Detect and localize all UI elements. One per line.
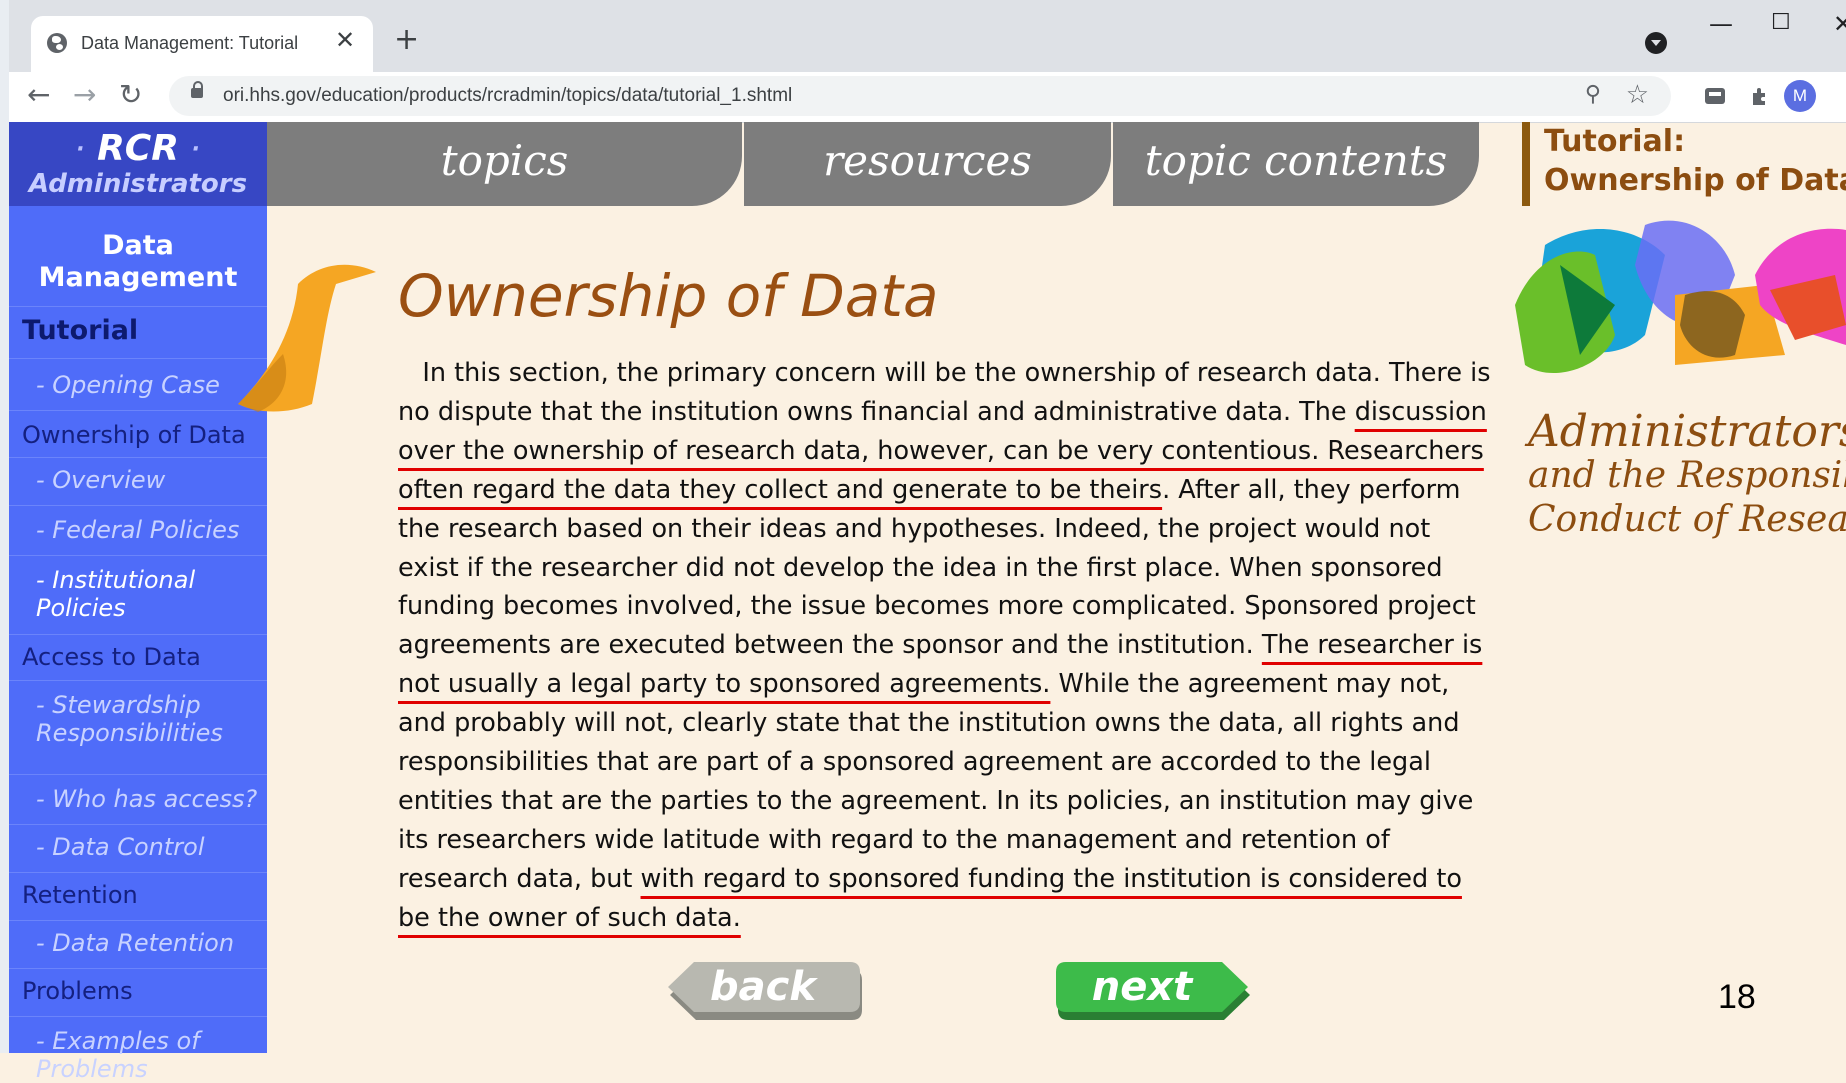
forward-arrow-icon[interactable]: → (73, 78, 96, 111)
browser-toolbar: ← → ↻ ori.hhs.gov/education/products/rcr… (9, 72, 1846, 123)
sidebar: Data Management Tutorial - Opening Case Ow… (9, 206, 267, 1083)
next-button[interactable]: next (1054, 960, 1252, 1022)
tutorial-label: Tutorial: (1544, 124, 1686, 159)
lock-icon[interactable] (191, 81, 203, 98)
sidebar-item[interactable]: Retention (9, 872, 267, 920)
colorful-leaf-logo-graphic (1515, 220, 1846, 374)
sidebar-item[interactable]: Problems (9, 968, 267, 1016)
tab-title: Data Management: Tutorial (81, 33, 299, 53)
new-tab-button[interactable]: + (394, 22, 419, 57)
sidebar-item[interactable]: - Overview (9, 457, 267, 505)
next-button-label: next (1091, 964, 1193, 1010)
download-icon[interactable] (1645, 32, 1667, 54)
paragraph-text: In this section, the primary concern wil… (398, 358, 1491, 427)
nav-tab-resources[interactable]: resources (744, 122, 1111, 206)
sidebar-item[interactable]: - Stewardship Responsibilities (9, 680, 267, 774)
tutorial-topic: Ownership of Data (1544, 163, 1846, 198)
close-tab-icon[interactable]: ✕ (335, 26, 355, 54)
nav-tab-topic-contents[interactable]: topic contents (1113, 122, 1479, 206)
sidebar-heading: Data Management (38, 230, 238, 293)
sidebar-item[interactable]: - Data Retention (9, 920, 267, 968)
address-bar[interactable]: ori.hhs.gov/education/products/rcradmin/… (169, 76, 1671, 116)
extension-app-icon[interactable] (1703, 84, 1727, 108)
close-window-button[interactable]: ✕ (1833, 10, 1846, 38)
profile-avatar[interactable]: M (1784, 80, 1816, 112)
script-line-2: and the Responsible (1528, 455, 1846, 496)
logo-rcr-text: RCR (97, 128, 179, 169)
back-button-label: back (710, 964, 816, 1010)
browser-tab[interactable]: Data Management: Tutorial ✕ (31, 16, 373, 74)
reload-icon[interactable]: ↻ (119, 78, 142, 111)
orange-arrow-graphic (238, 264, 376, 412)
rcr-logo[interactable]: · RCR · Administrators (9, 122, 267, 206)
zoom-icon[interactable]: ⚲ (1585, 82, 1601, 107)
administrators-script-text: Administrators and the Responsible Condu… (1528, 410, 1846, 542)
globe-icon (47, 33, 67, 53)
sidebar-item[interactable]: Ownership of Data (9, 410, 267, 457)
maximize-button[interactable]: ☐ (1771, 10, 1791, 35)
sidebar-item[interactable]: - Opening Case (9, 358, 267, 410)
sidebar-item[interactable]: - Who has access? (9, 774, 267, 824)
bookmark-star-icon[interactable]: ☆ (1626, 80, 1649, 110)
page-title: Ownership of Data (398, 262, 939, 330)
script-line-1: Administrators (1528, 406, 1846, 457)
tab-strip: Data Management: Tutorial ✕ + — ☐ ✕ (9, 0, 1846, 74)
sidebar-item[interactable]: - Examples of Problems (9, 1016, 267, 1083)
slide-page-number: 18 (1718, 978, 1756, 1016)
nav-tab-topics[interactable]: topics (267, 122, 742, 206)
sidebar-item[interactable]: Access to Data (9, 634, 267, 680)
minimize-button[interactable]: — (1709, 10, 1733, 38)
back-button[interactable]: back (664, 960, 862, 1022)
logo-administrators-text: Administrators (28, 169, 248, 199)
logo-dot: · (191, 137, 200, 162)
sidebar-item[interactable]: - Federal Policies (9, 505, 267, 555)
top-navigation: topics resources topic contents (267, 122, 1479, 206)
paragraph-text: While the agreement may not, and probabl… (398, 669, 1474, 894)
menu-kebab-icon[interactable]: ⋮ (1836, 82, 1846, 110)
sidebar-item[interactable]: - Institutional Policies (9, 555, 267, 634)
back-arrow-icon[interactable]: ← (27, 78, 50, 111)
logo-dot: · (76, 137, 85, 162)
script-line-3: Conduct of Research (1528, 499, 1846, 540)
sidebar-item[interactable]: Tutorial (9, 306, 267, 358)
right-tutorial-title: Tutorial: Ownership of Data (1522, 122, 1846, 206)
sidebar-item[interactable]: - Data Control (9, 824, 267, 872)
body-paragraph: In this section, the primary concern wil… (398, 354, 1498, 938)
url-text[interactable]: ori.hhs.gov/education/products/rcradmin/… (223, 85, 792, 107)
extensions-puzzle-icon[interactable] (1749, 84, 1773, 108)
